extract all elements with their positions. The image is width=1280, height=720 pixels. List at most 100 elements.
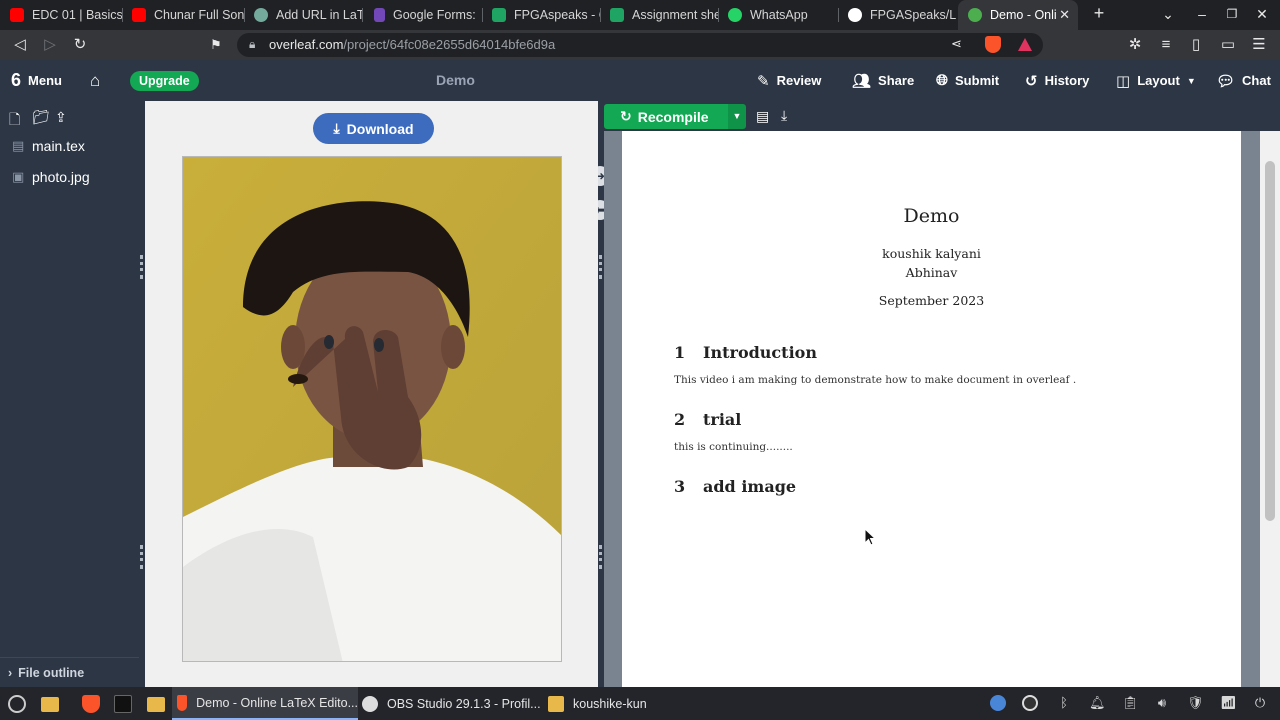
playlist-icon[interactable]: ≡ xyxy=(1157,36,1175,54)
overleaf-logo-icon: 6 xyxy=(11,70,22,90)
overleaf-toolbar: 6 Menu ⌂ Upgrade Demo ✎ Review 👥︎ Share 🌐︎ S… xyxy=(0,60,1280,101)
address-bar-row: ◁ ▷ ↻ ⚑ 🔒︎ overleaf.com/project/64fc08e2… xyxy=(0,30,1280,60)
browser-tab[interactable]: FPGAspeaks - C xyxy=(482,0,600,30)
browser-tab[interactable]: Assignment she xyxy=(600,0,718,30)
chat-icon: 💬︎ xyxy=(1216,72,1236,90)
google-forms-icon xyxy=(374,8,385,22)
browser-tab[interactable]: FPGASpeaks/L xyxy=(838,0,958,30)
download-pdf-icon[interactable]: ⤓ xyxy=(781,107,787,124)
browser-tab-active[interactable]: Demo - Onli ✕ xyxy=(958,0,1078,30)
file-item-main-tex[interactable]: ▤ main.tex xyxy=(12,136,85,156)
project-title[interactable]: Demo xyxy=(436,72,475,88)
back-icon[interactable]: ◁ xyxy=(11,36,29,54)
sidebar-icon[interactable]: ▯ xyxy=(1187,36,1205,54)
reload-icon[interactable]: ↻ xyxy=(71,36,89,54)
bookmark-icon[interactable]: ⚑ xyxy=(207,36,225,54)
restore-icon[interactable]: ❐ xyxy=(1222,7,1242,21)
file-icon: ▤ xyxy=(12,138,25,153)
terminal-icon[interactable] xyxy=(114,695,132,713)
brave-icon[interactable] xyxy=(82,695,100,713)
github-icon xyxy=(848,8,862,22)
pdf-toolbar: ↻ Recompile ▼ ▤ ⤓ xyxy=(604,101,1280,131)
photo-preview xyxy=(182,156,562,662)
taskbar-app-obs[interactable]: OBS Studio 29.1.3 - Profil... xyxy=(360,687,542,720)
upgrade-button[interactable]: Upgrade xyxy=(130,71,199,91)
share-page-icon[interactable]: ⋖ xyxy=(951,36,962,52)
author-name: Abhinav xyxy=(905,265,958,280)
pdf-scrollbar[interactable] xyxy=(1260,131,1280,687)
browser-tab[interactable]: Chunar Full Son xyxy=(122,0,244,30)
files-icon[interactable] xyxy=(41,697,59,712)
new-folder-icon[interactable]: 📁︎ xyxy=(32,109,50,126)
volume-icon[interactable]: 🔊︎ xyxy=(1154,695,1170,711)
section-heading: 1 Introduction xyxy=(674,343,817,362)
file-item-photo-jpg[interactable]: ▣ photo.jpg xyxy=(12,167,90,187)
image-preview-pane: ⤓ Download xyxy=(145,101,598,687)
tab-search-chevron-icon[interactable]: ⌄ xyxy=(1158,6,1178,23)
document-date: September 2023 xyxy=(878,293,985,308)
browser-tab[interactable]: Google Forms: xyxy=(364,0,482,30)
scrollbar-thumb[interactable] xyxy=(1265,161,1275,521)
new-file-icon[interactable]: 🗋︎ xyxy=(9,109,20,133)
app-menu-icon[interactable] xyxy=(8,695,26,713)
recompile-options-dropdown[interactable]: ▼ xyxy=(728,104,746,129)
close-tab-icon[interactable]: ✕ xyxy=(1059,7,1070,23)
home-icon[interactable]: ⌂ xyxy=(90,60,100,101)
browser-tab-strip: EDC 01 | Basics Chunar Full Son Add URL … xyxy=(0,0,1280,30)
notification-bell-icon[interactable]: 🔔︎ xyxy=(1089,695,1106,711)
browser-tab[interactable]: EDC 01 | Basics xyxy=(0,0,122,30)
submit-button[interactable]: 🌐︎ Submit xyxy=(936,60,999,101)
download-button[interactable]: ⤓ Download xyxy=(313,113,434,144)
wallet-icon[interactable]: ▭ xyxy=(1219,36,1237,54)
review-button[interactable]: ✎ Review xyxy=(757,60,821,101)
section-body: this is continuing........ xyxy=(674,441,793,453)
section-heading: 3 add image xyxy=(674,477,797,496)
browser-menu-icon[interactable]: ☰ xyxy=(1250,36,1268,54)
chat-button[interactable]: 💬︎ Chat xyxy=(1216,60,1271,101)
author-name: koushik kalyani xyxy=(882,246,981,261)
new-tab-button[interactable]: + xyxy=(1089,3,1109,24)
upload-icon[interactable]: ⇪ xyxy=(55,109,67,126)
obs-icon xyxy=(362,695,378,712)
pdf-page: Demo koushik kalyani Abhinav September 2… xyxy=(622,131,1241,687)
wifi-icon[interactable]: 📶︎ xyxy=(1220,695,1237,711)
recompile-button[interactable]: ↻ Recompile xyxy=(604,104,728,129)
url-path: /project/64fc08e2655d64014bfe6d9a xyxy=(343,37,556,52)
browser-tab[interactable]: Add URL in LaTe xyxy=(244,0,362,30)
history-icon: ↺ xyxy=(1025,72,1038,90)
history-button[interactable]: ↺ History xyxy=(1025,60,1089,101)
layout-button[interactable]: ◫ Layout ▼ xyxy=(1116,60,1196,101)
shield-icon[interactable]: 🛡︎ xyxy=(1187,695,1204,711)
url-bar[interactable]: 🔒︎ overleaf.com/project/64fc08e2655d6401… xyxy=(237,33,1043,57)
mouse-cursor-icon xyxy=(864,528,876,546)
obs-tray-icon[interactable] xyxy=(1022,695,1038,711)
chrome-remote-icon[interactable] xyxy=(990,695,1006,711)
brave-rewards-icon[interactable] xyxy=(1018,38,1032,51)
menu-button[interactable]: 6 Menu xyxy=(11,60,62,101)
close-window-icon[interactable]: ✕ xyxy=(1252,6,1272,23)
pdf-viewer: Demo koushik kalyani Abhinav September 2… xyxy=(604,131,1280,687)
google-sheets-icon xyxy=(610,8,624,22)
bluetooth-icon[interactable]: ᛒ xyxy=(1056,695,1072,711)
power-icon[interactable]: ⏻ xyxy=(1252,695,1268,711)
folder-icon[interactable] xyxy=(147,697,165,712)
taskbar-app-browser[interactable]: Demo - Online LaTeX Edito... xyxy=(172,687,358,720)
clipboard-icon[interactable]: 📋︎ xyxy=(1122,695,1139,711)
taskbar-app-folder[interactable]: koushike-kun xyxy=(546,687,666,720)
refresh-icon: ↻ xyxy=(620,108,632,124)
browser-tab[interactable]: WhatsApp xyxy=(718,0,838,30)
url-host: overleaf.com xyxy=(269,37,344,52)
file-outline-toggle[interactable]: › File outline xyxy=(0,657,139,687)
chevron-down-icon: ▼ xyxy=(1186,75,1196,86)
lock-icon[interactable]: 🔒︎ xyxy=(249,37,255,52)
forward-icon[interactable]: ▷ xyxy=(41,36,59,54)
users-icon: 👥︎ xyxy=(852,72,872,90)
extensions-icon[interactable]: ✲ xyxy=(1126,36,1144,54)
brave-shields-icon[interactable] xyxy=(985,36,1001,53)
section-body: This video i am making to demonstrate ho… xyxy=(674,374,1077,386)
logs-icon[interactable]: ▤ xyxy=(756,108,769,125)
globe-icon: 🌐︎ xyxy=(936,72,949,89)
share-button[interactable]: 👥︎ Share xyxy=(852,60,914,101)
minimize-icon[interactable]: – xyxy=(1192,6,1212,22)
image-icon: ▣ xyxy=(12,169,25,184)
